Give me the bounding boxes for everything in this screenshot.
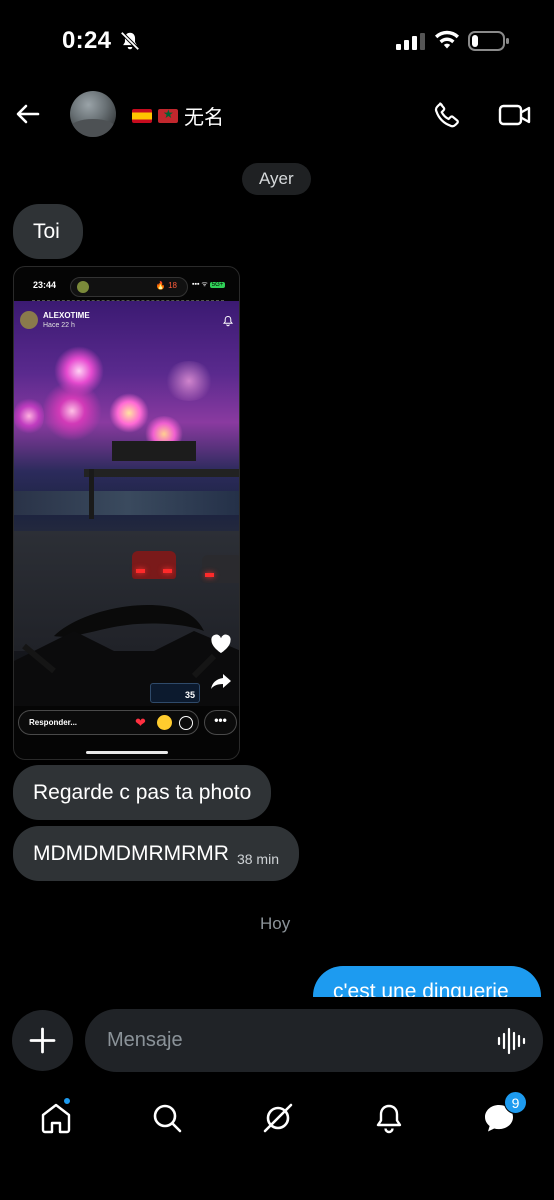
signal-icon: [396, 33, 425, 50]
car-red: [132, 551, 176, 579]
messages-badge: 9: [504, 1091, 527, 1114]
home-indicator: [86, 751, 168, 754]
message-input[interactable]: [85, 1009, 543, 1072]
share-icon: [211, 674, 231, 689]
nav-grok[interactable]: [258, 1098, 298, 1138]
bell-icon: [376, 1104, 402, 1134]
message-bubble[interactable]: MDMDMDMRMRMR 38 min: [13, 826, 299, 881]
contact-name-text: 无名: [184, 107, 224, 129]
morocco-flag-icon: [158, 107, 178, 123]
more-options-icon: •••: [204, 710, 237, 735]
bottom-navigation: 9: [0, 1088, 554, 1148]
spain-flag-icon: [132, 108, 152, 123]
nav-search[interactable]: [147, 1098, 187, 1138]
bell-icon: [223, 315, 233, 327]
wifi-icon: [435, 30, 459, 49]
nav-messages[interactable]: 9: [479, 1091, 527, 1138]
car-dark: [202, 555, 239, 583]
story-time-ago: Hace 22 h: [43, 322, 75, 329]
laughing-emoji-icon: [157, 715, 172, 730]
video-camera-icon[interactable]: [498, 100, 532, 130]
screenshot-time: 23:44: [33, 280, 57, 290]
bridge: [14, 491, 239, 515]
story-username: ALEXOTIME: [43, 311, 90, 320]
message-text: MDMDMDMRMRMR: [33, 842, 229, 865]
phone-icon[interactable]: [432, 100, 462, 130]
gantry-pole: [89, 469, 94, 519]
nav-notifications[interactable]: [369, 1098, 409, 1138]
story-photo: ALEXOTIME Hace 22 h 35: [14, 301, 239, 706]
contact-name[interactable]: 无名: [132, 101, 224, 130]
heart-icon: [211, 634, 231, 653]
grok-icon: [263, 1103, 293, 1133]
heart-emoji-icon: ❤: [135, 715, 146, 730]
nav-home[interactable]: [36, 1096, 76, 1138]
speedometer: 35: [150, 683, 200, 703]
status-time: 0:24: [62, 27, 112, 54]
dynamic-island: 🔥 18: [70, 277, 188, 297]
message-bubble[interactable]: Regarde c pas ta photo: [13, 765, 272, 820]
voice-waveform-icon[interactable]: [496, 1027, 526, 1055]
back-arrow-icon[interactable]: [12, 98, 44, 130]
day-separator-today: Hoy: [260, 914, 291, 933]
battery-icon: [468, 31, 509, 51]
highway-sign: [112, 441, 196, 461]
shared-screenshot-image[interactable]: 23:44 🔥 18 ▪▪▪ ᯤ 5G+ ALEXOTIME Hace 22 h: [13, 266, 240, 760]
add-attachment-button[interactable]: [12, 1010, 73, 1071]
story-reply-bar: Responder... ❤: [18, 710, 199, 735]
island-avatar: [77, 281, 89, 293]
network-badge: 5G+: [209, 282, 226, 288]
day-separator-yesterday: Ayer: [242, 163, 311, 195]
add-emoji-icon: [179, 716, 193, 730]
search-icon: [153, 1104, 182, 1133]
plus-icon: [29, 1027, 56, 1054]
screenshot-status-bar: 23:44 🔥 18 ▪▪▪ ᯤ 5G+: [14, 273, 239, 297]
message-bubble[interactable]: Toi: [13, 204, 83, 259]
chat-header: 无名: [0, 88, 554, 142]
reply-placeholder: Responder...: [29, 718, 78, 727]
message-timestamp: 38 min: [236, 851, 279, 867]
screenshot-network: ▪▪▪ ᯤ 5G+: [192, 281, 226, 288]
avatar[interactable]: [70, 91, 116, 137]
gantry: [84, 469, 239, 477]
home-notification-dot: [62, 1096, 72, 1106]
story-avatar: [20, 311, 38, 329]
motorcycle-handlebar: [14, 605, 239, 706]
status-bar: 0:24: [0, 0, 554, 82]
speedometer-value: 35: [184, 690, 195, 700]
streak-count: 🔥 18: [155, 281, 177, 290]
bell-slash-icon: [120, 31, 140, 51]
